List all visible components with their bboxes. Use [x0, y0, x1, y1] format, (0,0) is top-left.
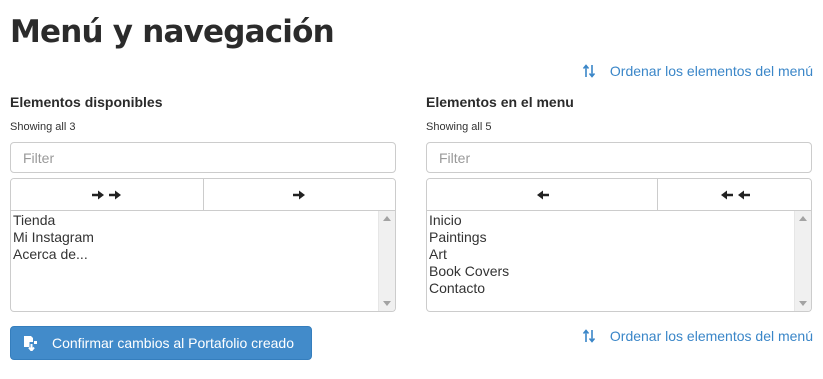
available-move-buttons	[10, 178, 396, 211]
confirm-changes-label: Confirmar cambios al Portafolio creado	[52, 335, 294, 351]
list-item[interactable]: Acerca de...	[13, 246, 94, 263]
list-item[interactable]: Paintings	[429, 229, 509, 246]
available-filter-input[interactable]	[10, 142, 396, 173]
order-menu-link-label: Ordenar los elementos del menú	[609, 328, 813, 344]
move-selected-right-button[interactable]	[202, 179, 395, 210]
page-title: Menú y navegación	[10, 14, 335, 50]
remove-selected-left-button[interactable]	[427, 179, 657, 210]
order-menu-link-top[interactable]: Ordenar los elementos del menú	[582, 61, 813, 81]
available-items-count: Showing all 3	[10, 121, 76, 133]
scroll-up-icon[interactable]	[799, 216, 807, 221]
double-arrow-right-icon	[91, 190, 121, 199]
list-item[interactable]: Book Covers	[429, 263, 509, 280]
list-item[interactable]: Inicio	[429, 212, 509, 229]
move-all-right-button[interactable]	[11, 179, 203, 210]
available-items-list[interactable]: Tienda Mi Instagram Acerca de...	[10, 211, 396, 312]
menu-items-panel: Elementos en el menu Showing all 5 Inici…	[426, 94, 812, 312]
available-items-title: Elementos disponibles	[10, 94, 163, 110]
cms-icon	[24, 336, 37, 351]
confirm-changes-button[interactable]: Confirmar cambios al Portafolio creado	[10, 326, 312, 360]
available-items-panel: Elementos disponibles Showing all 3 Tien…	[10, 94, 396, 312]
list-item[interactable]: Tienda	[13, 212, 94, 229]
menu-items-count: Showing all 5	[426, 121, 492, 133]
menu-items-list[interactable]: Inicio Paintings Art Book Covers Contact…	[426, 211, 812, 312]
menu-list-scrollbar[interactable]	[794, 211, 811, 311]
order-menu-link-bottom[interactable]: Ordenar los elementos del menú	[582, 326, 813, 346]
order-menu-link-label: Ordenar los elementos del menú	[609, 63, 813, 79]
sort-icon	[582, 329, 596, 343]
menu-filter-input[interactable]	[426, 142, 812, 173]
list-item[interactable]: Contacto	[429, 280, 509, 297]
scroll-down-icon[interactable]	[383, 301, 391, 306]
scroll-up-icon[interactable]	[383, 216, 391, 221]
available-list-scrollbar[interactable]	[378, 211, 395, 311]
arrow-left-icon	[536, 190, 549, 199]
scroll-down-icon[interactable]	[799, 301, 807, 306]
list-item[interactable]: Mi Instagram	[13, 229, 94, 246]
remove-all-left-button[interactable]	[657, 179, 811, 210]
sort-icon	[582, 64, 596, 78]
list-item[interactable]: Art	[429, 246, 509, 263]
menu-items-title: Elementos en el menu	[426, 94, 574, 110]
arrow-right-icon	[292, 190, 305, 199]
double-arrow-left-icon	[720, 190, 750, 199]
menu-move-buttons	[426, 178, 812, 211]
